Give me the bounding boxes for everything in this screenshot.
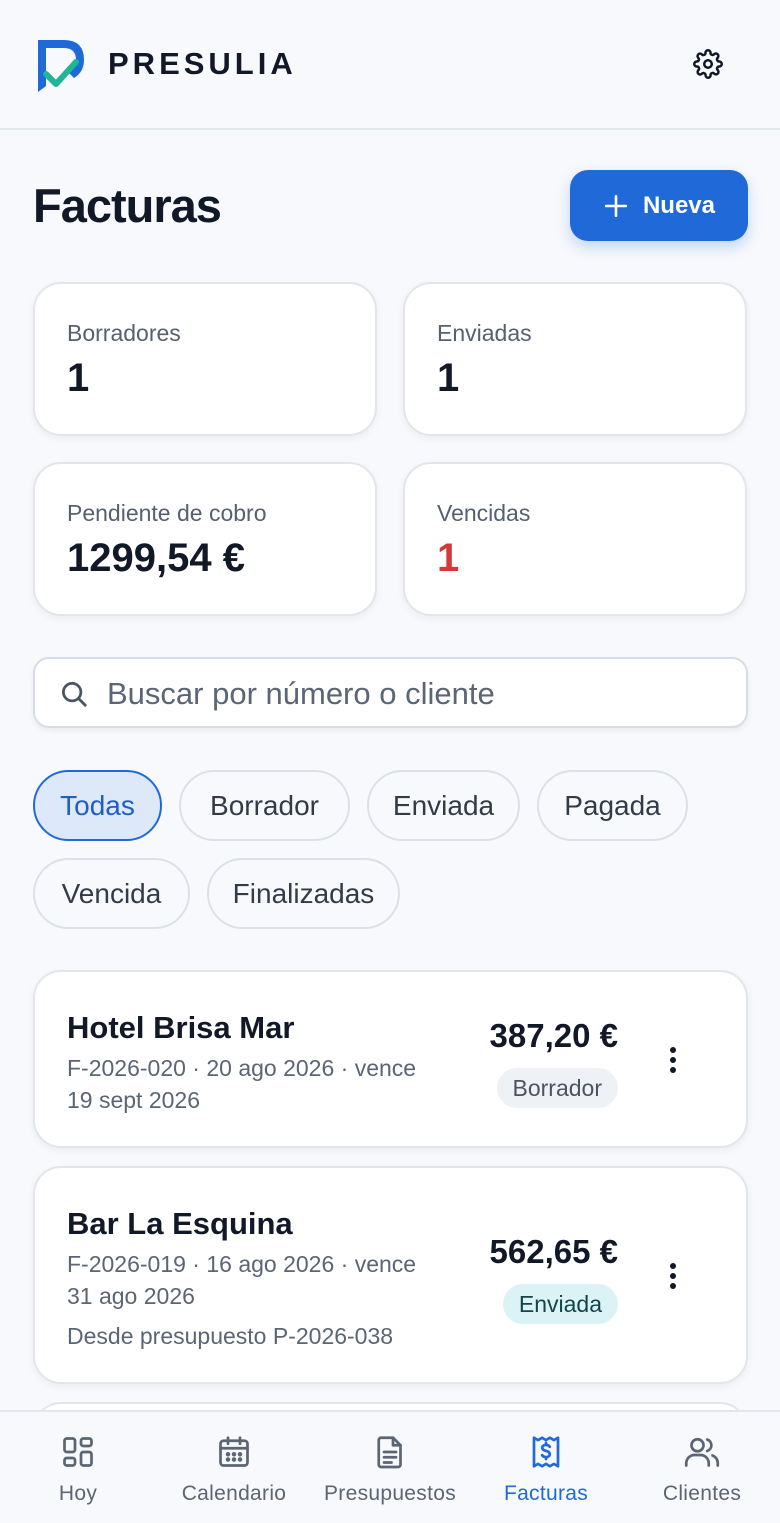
stat-value: 1 (437, 536, 460, 580)
filter-chip-borrador[interactable]: Borrador (179, 770, 350, 841)
filter-chip-enviada[interactable]: Enviada (367, 770, 520, 841)
more-options-button[interactable] (658, 1040, 688, 1080)
stat-card-pending: Pendiente de cobro 1299,54 € (33, 462, 377, 616)
nav-item-calendario[interactable]: Calendario (156, 1412, 312, 1523)
filter-chip-vencida[interactable]: Vencida (33, 858, 190, 929)
search-icon (62, 682, 87, 707)
filter-chip-pagada[interactable]: Pagada (537, 770, 688, 841)
invoice-source-note: Desde presupuesto P-2026-038 (67, 1323, 394, 1349)
invoice-amount: 387,20 € (489, 1017, 618, 1054)
search-box (33, 657, 748, 728)
settings-button[interactable] (688, 44, 728, 84)
nav-item-clientes[interactable]: Clientes (624, 1412, 780, 1523)
presulia-logo-icon (38, 40, 84, 92)
nav-label: Hoy (58, 1482, 98, 1505)
status-badge: Borrador (496, 1068, 618, 1108)
bottom-navigation: Hoy Calendario Presupuestos Facturas Cli… (0, 1410, 780, 1523)
invoice-meta: F-2026-020 · 20 ago 2026 · vence 19 sept… (67, 1055, 417, 1113)
calendar-icon (214, 1432, 254, 1472)
page-title: Facturas (33, 179, 222, 232)
invoice-client: Bar La Esquina (67, 1206, 293, 1241)
nav-label: Facturas (503, 1482, 589, 1505)
more-vertical-icon (670, 1263, 676, 1289)
more-options-button[interactable] (658, 1256, 688, 1296)
dashboard-grid-icon (58, 1432, 98, 1472)
stat-card-overdue: Vencidas 1 (403, 462, 747, 616)
more-vertical-icon (670, 1047, 676, 1073)
search-input[interactable] (107, 667, 727, 721)
invoice-dollar-icon (526, 1432, 566, 1472)
filter-chip-todas[interactable]: Todas (33, 770, 162, 841)
nav-label: Presupuestos (323, 1482, 456, 1505)
invoice-meta: F-2026-019 · 16 ago 2026 · vence 31 ago … (67, 1251, 417, 1309)
invoice-card[interactable]: Bar La Esquina F-2026-019 · 16 ago 2026 … (33, 1166, 748, 1384)
invoice-client: Hotel Brisa Mar (67, 1010, 295, 1045)
stat-label: Enviadas (437, 320, 532, 346)
stat-label: Pendiente de cobro (67, 500, 267, 526)
filter-chip-finalizadas[interactable]: Finalizadas (207, 858, 400, 929)
gear-icon (693, 49, 723, 79)
nav-label: Clientes (662, 1482, 742, 1505)
stat-label: Vencidas (437, 500, 531, 526)
stat-label: Borradores (67, 320, 181, 346)
invoice-amount: 562,65 € (489, 1233, 618, 1270)
new-invoice-button[interactable]: Nueva (570, 170, 748, 241)
stat-card-sent: Enviadas 1 (403, 282, 747, 436)
new-invoice-label: Nueva (642, 191, 716, 219)
users-icon (682, 1432, 722, 1472)
stat-card-drafts: Borradores 1 (33, 282, 377, 436)
document-icon (370, 1432, 410, 1472)
stat-value: 1299,54 € (67, 536, 245, 580)
app-header: PRESULIA (0, 0, 780, 130)
invoice-card[interactable]: Hotel Brisa Mar F-2026-020 · 20 ago 2026… (33, 970, 748, 1148)
nav-item-presupuestos[interactable]: Presupuestos (312, 1412, 468, 1523)
status-badge: Enviada (502, 1284, 618, 1324)
stat-value: 1 (437, 356, 460, 400)
nav-label: Calendario (181, 1482, 287, 1505)
stat-value: 1 (67, 356, 90, 400)
nav-item-hoy[interactable]: Hoy (0, 1412, 156, 1523)
brand-name: PRESULIA (108, 46, 297, 81)
nav-item-facturas[interactable]: Facturas (468, 1412, 624, 1523)
plus-icon (604, 194, 628, 217)
